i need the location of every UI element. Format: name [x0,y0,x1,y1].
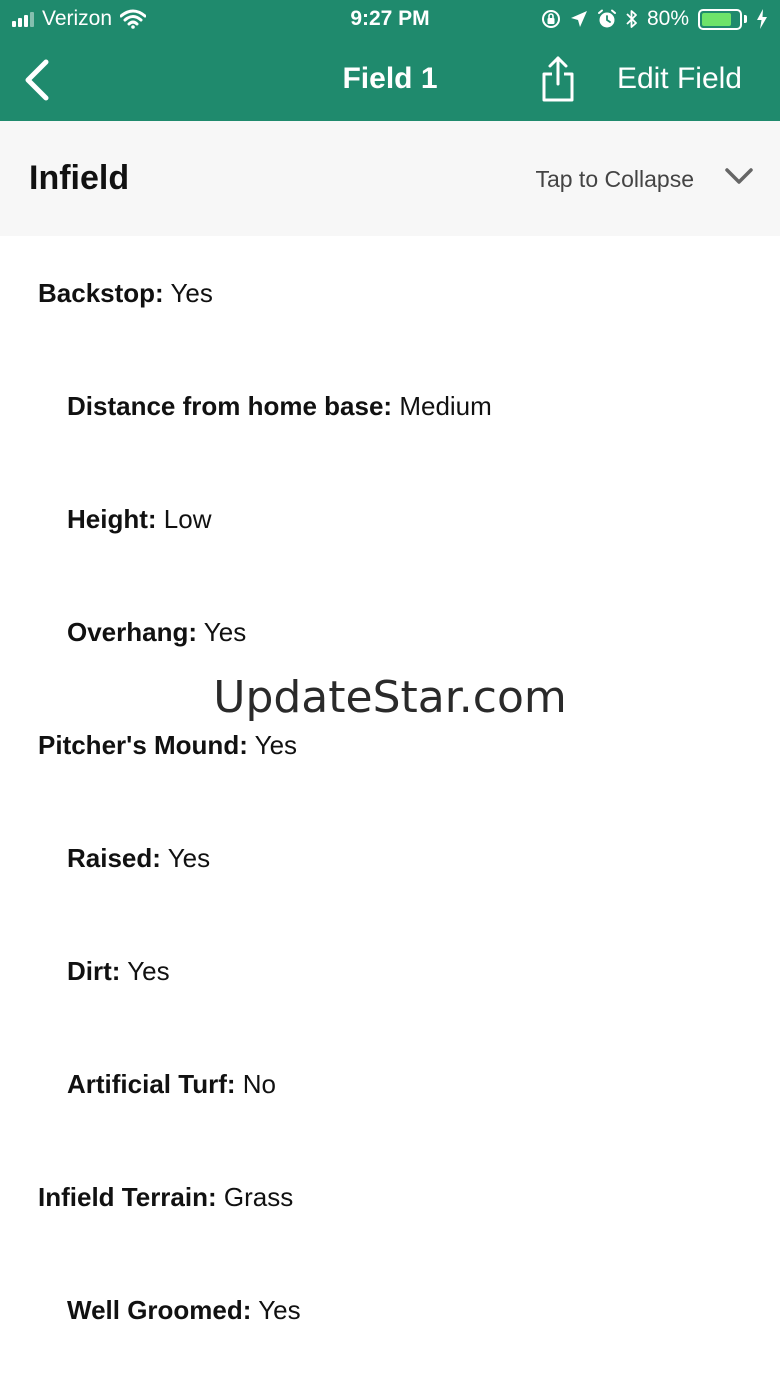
battery-fill [702,12,731,26]
chevron-down-icon[interactable] [724,166,754,188]
location-icon [570,11,587,27]
detail-label: Raised: [67,843,161,873]
detail-label: Artificial Turf: [67,1069,236,1099]
section-title: Infield [29,159,130,197]
collapse-label[interactable]: Tap to Collapse [535,166,694,193]
battery-percent: 80% [646,7,689,30]
detail-value: Yes [254,730,298,760]
edit-field-button[interactable]: Edit Field [617,62,742,96]
bluetooth-icon [626,10,637,28]
detail-row: Artificial Turf: No [67,1069,276,1100]
back-chevron-icon[interactable] [18,56,58,104]
rotation-lock-icon [541,10,560,28]
detail-label: Pitcher's Mound: [38,730,248,760]
detail-value: Yes [127,956,170,986]
alarm-icon [597,9,616,28]
detail-label: Backstop: [38,278,164,308]
detail-value: Grass [223,1182,294,1212]
detail-value: Medium [399,391,492,421]
detail-label: Infield Terrain: [38,1182,217,1212]
navigation-bar: Field 1 Edit Field [0,40,780,121]
detail-value: Yes [258,1295,301,1325]
battery-icon [698,8,747,30]
detail-row: Distance from home base: Medium [67,391,492,422]
detail-label: Dirt: [67,956,121,986]
detail-row: Backstop: Yes [38,278,213,309]
detail-row: Dirt: Yes [67,956,170,987]
charging-icon [757,9,767,29]
detail-row: Height: Low [67,504,211,535]
watermark: UpdateStar.com [213,672,567,723]
detail-value: Yes [203,617,247,647]
top-bar: Verizon 9:27 PM 80% Field 1 Edit Field [0,0,780,121]
infield-section-header[interactable]: Infield Tap to Collapse [0,121,780,236]
detail-label: Well Groomed: [67,1295,252,1325]
detail-label: Distance from home base: [67,391,393,421]
detail-row: Raised: Yes [67,843,210,874]
detail-row: Well Groomed: Yes [67,1295,301,1326]
detail-label: Height: [67,504,157,534]
status-right: 80% [541,7,768,31]
detail-row: Overhang: Yes [67,617,246,648]
detail-row: Infield Terrain: Grass [38,1182,293,1213]
detail-label: Overhang: [67,617,198,647]
status-bar: Verizon 9:27 PM 80% [0,0,780,40]
detail-row: Pitcher's Mound: Yes [38,730,297,761]
detail-value: Yes [170,278,213,308]
detail-value: Yes [167,843,211,873]
detail-value: Low [163,504,212,534]
detail-value: No [242,1069,277,1099]
share-icon[interactable] [538,54,578,104]
